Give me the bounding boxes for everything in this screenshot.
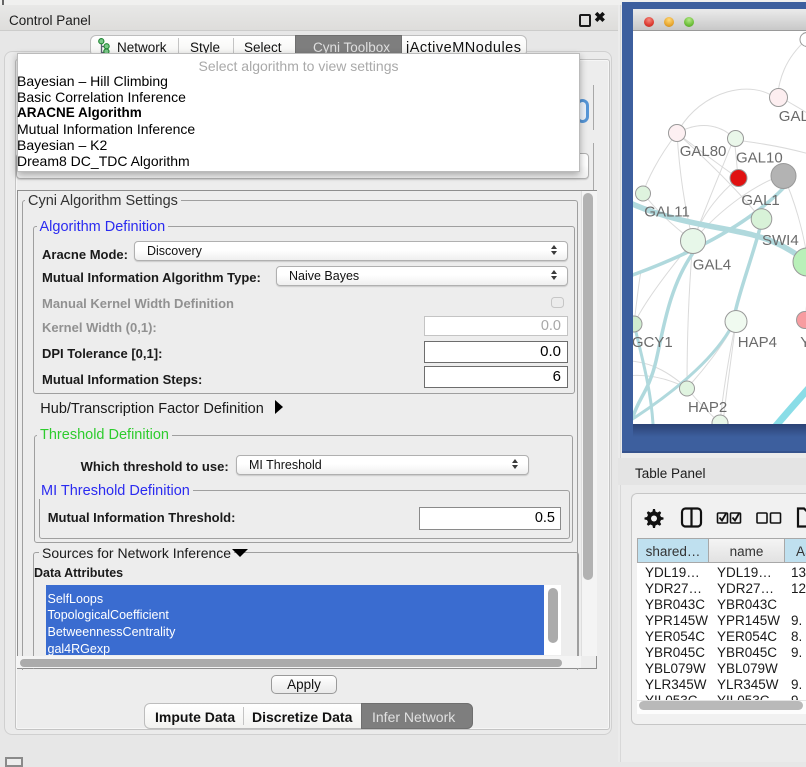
svg-text:GCY1: GCY1 xyxy=(633,334,673,351)
svg-text:GAL4: GAL4 xyxy=(693,257,731,274)
svg-text:GAL80: GAL80 xyxy=(680,143,727,160)
svg-text:GAL11: GAL11 xyxy=(644,204,690,221)
svg-text:GAL: GAL xyxy=(779,108,806,125)
svg-text:Y: Y xyxy=(800,334,806,351)
svg-text:SWI4: SWI4 xyxy=(762,232,799,249)
svg-text:HAP4: HAP4 xyxy=(738,334,777,351)
svg-text:GAL1: GAL1 xyxy=(741,192,779,209)
svg-text:HAP2: HAP2 xyxy=(688,399,727,416)
svg-text:GAL10: GAL10 xyxy=(736,150,783,167)
